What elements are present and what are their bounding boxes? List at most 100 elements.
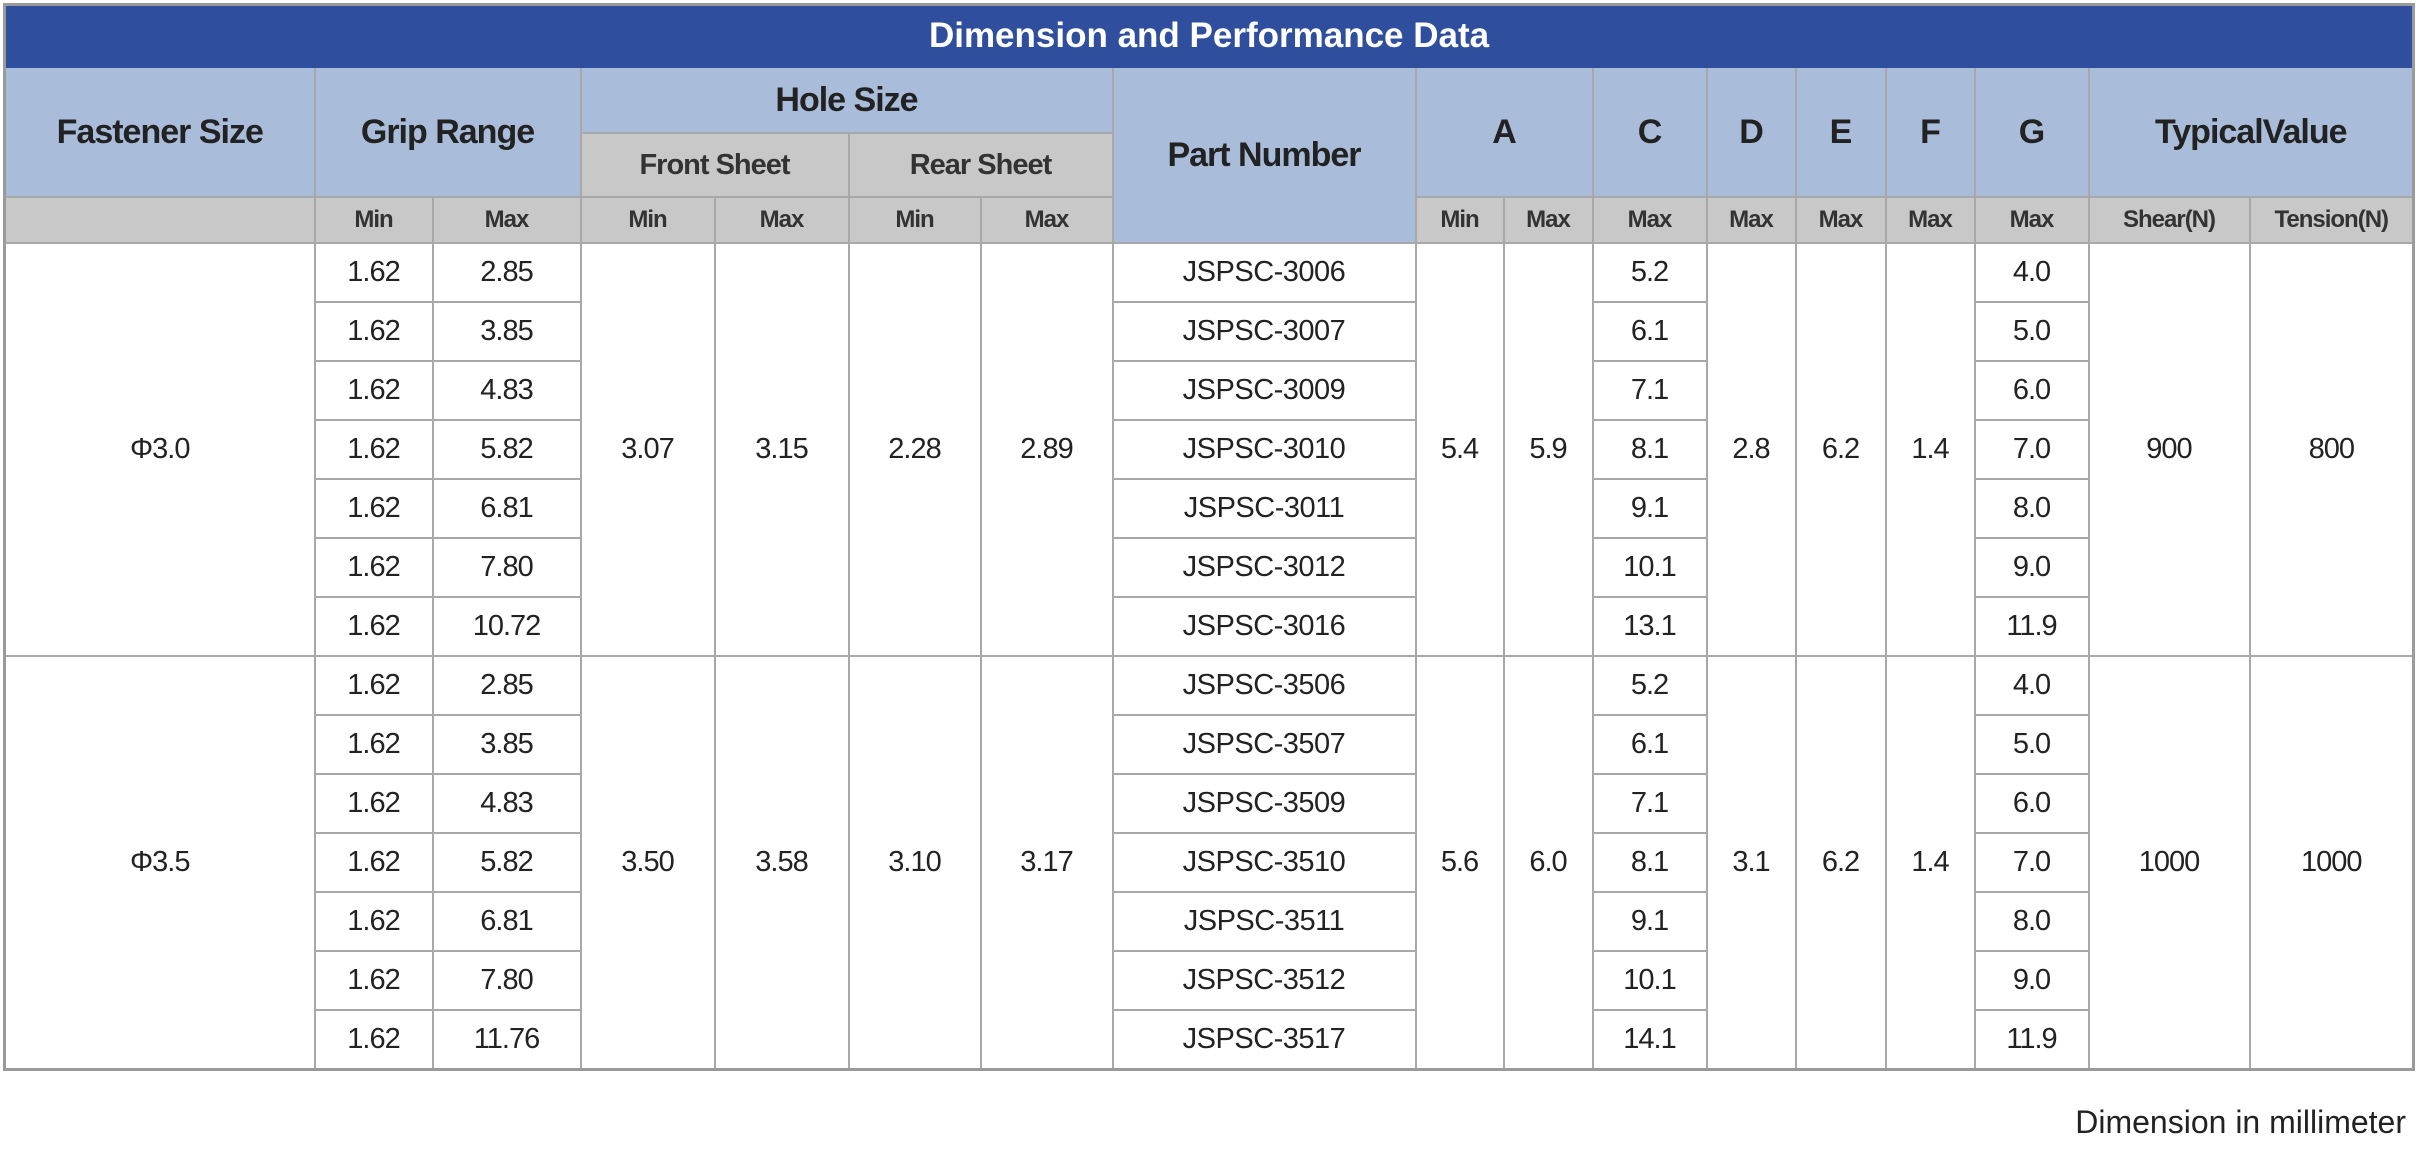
spec-sheet: Dimension and Performance Data Fastener … <box>3 3 2416 1071</box>
grip-min-cell: 1.62 <box>313 242 434 303</box>
tension-cell: 800 <box>2248 242 2415 657</box>
dimension-performance-table: Dimension and Performance Data Fastener … <box>3 3 2416 1071</box>
part-number-cell: JSPSC-3507 <box>1111 714 1417 775</box>
g-max-cell: 6.0 <box>1973 360 2090 421</box>
grip-min-cell: 1.62 <box>313 419 434 480</box>
c-max-cell: 5.2 <box>1591 242 1708 303</box>
grip-min-cell: 1.62 <box>313 301 434 362</box>
a-min-cell: 5.4 <box>1414 242 1505 657</box>
shear-cell: 900 <box>2087 242 2251 657</box>
table-row: 1.62 7.80 JSPSC-3012 10.1 9.0 <box>5 537 2414 598</box>
c-max-cell: 7.1 <box>1591 773 1708 834</box>
table-row: 1.62 4.83 JSPSC-3509 7.1 6.0 <box>5 773 2414 834</box>
grip-min-cell: 1.62 <box>313 891 434 952</box>
g-max-cell: 6.0 <box>1973 773 2090 834</box>
grip-max-cell: 6.81 <box>431 891 582 952</box>
c-max-cell: 6.1 <box>1591 301 1708 362</box>
unit-label: Tension(N) <box>2248 196 2415 244</box>
part-number-cell: JSPSC-3509 <box>1111 773 1417 834</box>
g-max-cell: 4.0 <box>1973 655 2090 716</box>
c-max-cell: 9.1 <box>1591 478 1708 539</box>
g-max-cell: 5.0 <box>1973 301 2090 362</box>
unit-label: Max <box>1502 196 1594 244</box>
g-max-cell: 9.0 <box>1973 950 2090 1011</box>
table-title: Dimension and Performance Data <box>3 3 2415 68</box>
unit-label: Max <box>1794 196 1887 244</box>
unit-label: Max <box>979 196 1114 244</box>
rear-sheet-min-cell: 3.10 <box>847 655 982 1071</box>
part-number-cell: JSPSC-3009 <box>1111 360 1417 421</box>
front-sheet-min-cell: 3.50 <box>579 655 716 1071</box>
part-number-cell: JSPSC-3517 <box>1111 1009 1417 1071</box>
header-d: D <box>1705 66 1797 198</box>
front-sheet-min-cell: 3.07 <box>579 242 716 657</box>
table-row: 1.62 10.72 JSPSC-3016 13.1 11.9 <box>5 596 2414 657</box>
a-min-cell: 5.6 <box>1414 655 1505 1071</box>
grip-min-cell: 1.62 <box>313 596 434 657</box>
f-max-cell: 1.4 <box>1884 655 1976 1071</box>
table-row: Φ3.5 1.62 2.85 3.50 3.58 3.10 3.17 JSPSC… <box>3 655 2415 1071</box>
header-part-number: Part Number <box>1111 66 1417 244</box>
part-number-cell: JSPSC-3016 <box>1111 596 1417 657</box>
unit-label: Min <box>1414 196 1505 244</box>
grip-min-cell: 1.62 <box>313 360 434 421</box>
rear-sheet-max-cell: 2.89 <box>979 242 1114 657</box>
e-max-cell: 6.2 <box>1794 242 1887 657</box>
table-row: 1.62 3.85 JSPSC-3507 6.1 5.0 <box>5 714 2414 775</box>
grip-min-cell: 1.62 <box>313 537 434 598</box>
c-max-cell: 10.1 <box>1591 537 1708 598</box>
grip-min-cell: 1.62 <box>313 714 434 775</box>
header-grip-range: Grip Range <box>313 66 582 198</box>
grip-max-cell: 4.83 <box>431 360 582 421</box>
grip-max-cell: 6.81 <box>431 478 582 539</box>
grip-max-cell: 10.72 <box>431 596 582 657</box>
header-fastener-size: Fastener Size <box>3 66 316 198</box>
d-max-cell: 2.8 <box>1705 242 1797 657</box>
grip-max-cell: 7.80 <box>431 950 582 1011</box>
g-max-cell: 4.0 <box>1973 242 2090 303</box>
grip-max-cell: 3.85 <box>431 714 582 775</box>
f-max-cell: 1.4 <box>1884 242 1976 657</box>
g-max-cell: 8.0 <box>1973 478 2090 539</box>
table-row: 1.62 6.81 JSPSC-3011 9.1 8.0 <box>5 478 2414 539</box>
grip-min-cell: 1.62 <box>313 773 434 834</box>
g-max-cell: 7.0 <box>1973 419 2090 480</box>
grip-max-cell: 4.83 <box>431 773 582 834</box>
table-row: 1.62 5.82 JSPSC-3510 8.1 7.0 <box>5 832 2414 893</box>
tension-cell: 1000 <box>2248 655 2415 1071</box>
table-row: 1.62 11.76 JSPSC-3517 14.1 11.9 <box>5 1009 2414 1071</box>
grip-max-cell: 5.82 <box>431 419 582 480</box>
part-number-cell: JSPSC-3511 <box>1111 891 1417 952</box>
grip-min-cell: 1.62 <box>313 478 434 539</box>
header-rear-sheet: Rear Sheet <box>847 132 1114 198</box>
g-max-cell: 8.0 <box>1973 891 2090 952</box>
d-max-cell: 3.1 <box>1705 655 1797 1071</box>
table-row: 1.62 6.81 JSPSC-3511 9.1 8.0 <box>5 891 2414 952</box>
c-max-cell: 5.2 <box>1591 655 1708 716</box>
c-max-cell: 8.1 <box>1591 419 1708 480</box>
unit-label: Max <box>431 196 582 244</box>
grip-max-cell: 3.85 <box>431 301 582 362</box>
front-sheet-max-cell: 3.58 <box>713 655 850 1071</box>
header-c: C <box>1591 66 1708 198</box>
c-max-cell: 13.1 <box>1591 596 1708 657</box>
part-number-cell: JSPSC-3011 <box>1111 478 1417 539</box>
g-max-cell: 7.0 <box>1973 832 2090 893</box>
g-max-cell: 9.0 <box>1973 537 2090 598</box>
units-footnote: Dimension in millimeter <box>2075 1104 2406 1140</box>
table-row: 1.62 3.85 JSPSC-3007 6.1 5.0 <box>5 301 2414 362</box>
unit-label: Max <box>1591 196 1708 244</box>
header-fastener-size-spacer <box>3 196 316 244</box>
header-g: G <box>1973 66 2090 198</box>
header-hole-size: Hole Size <box>579 66 1114 134</box>
c-max-cell: 9.1 <box>1591 891 1708 952</box>
header-a: A <box>1414 66 1594 198</box>
table-row: 1.62 4.83 JSPSC-3009 7.1 6.0 <box>5 360 2414 421</box>
unit-label: Min <box>313 196 434 244</box>
header-f: F <box>1884 66 1976 198</box>
g-max-cell: 5.0 <box>1973 714 2090 775</box>
grip-max-cell: 11.76 <box>431 1009 582 1071</box>
rear-sheet-min-cell: 2.28 <box>847 242 982 657</box>
unit-label: Min <box>847 196 982 244</box>
grip-max-cell: 2.85 <box>431 655 582 716</box>
